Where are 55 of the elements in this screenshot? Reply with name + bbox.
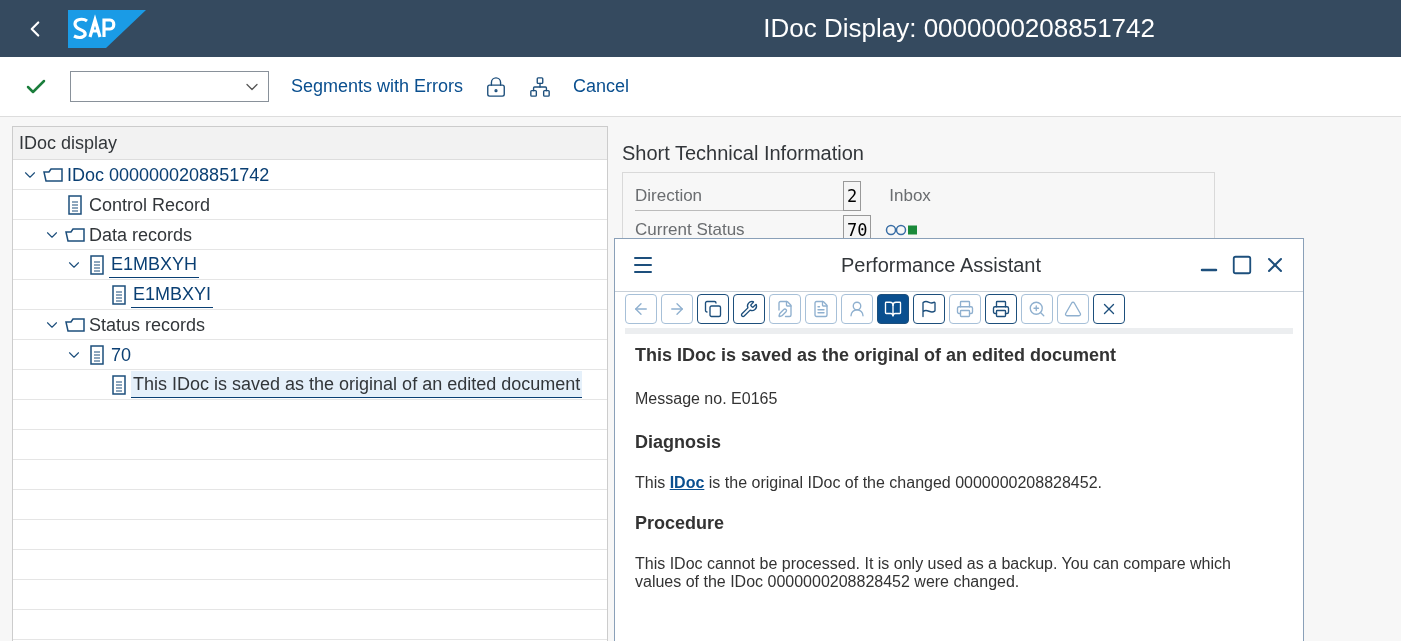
- field-value: 2: [843, 181, 862, 211]
- tree-item[interactable]: E1MBXYI: [131, 281, 214, 308]
- section-text: This IDoc cannot be processed. It is only used as a backup. You can compare which values of the IDoc 0000000208828452 were changed.: [635, 555, 1232, 591]
- section-heading: Diagnosis: [635, 431, 723, 454]
- flag-icon: [920, 300, 938, 318]
- idoc-link[interactable]: IDoc: [669, 474, 705, 491]
- toolbar-button[interactable]: Segments with Errors: [291, 73, 464, 100]
- section-title: Short Technical Information: [622, 141, 865, 166]
- document-icon: [111, 284, 127, 305]
- edit-icon: [776, 300, 794, 318]
- tree-item[interactable]: This IDoc is saved as the original of an edited document: [131, 371, 583, 398]
- toolbar-button[interactable]: Cancel: [573, 73, 630, 100]
- folder-icon: [64, 315, 86, 334]
- tree-item[interactable]: E1MBXYH: [109, 251, 200, 278]
- message-number: Message no. E0165: [635, 389, 779, 409]
- hierarchy-icon[interactable]: [529, 75, 552, 98]
- triangle-icon: [1064, 300, 1082, 318]
- tool-button[interactable]: [877, 294, 909, 324]
- tree-item[interactable]: Data records: [87, 221, 195, 248]
- panel-title: IDoc display: [19, 131, 118, 155]
- tree-item[interactable]: 70: [109, 341, 134, 368]
- document-icon: [67, 194, 83, 215]
- printer-icon: [992, 300, 1010, 318]
- folder-icon: [42, 165, 64, 184]
- book-icon: [884, 300, 902, 318]
- tree-item[interactable]: Control Record: [87, 191, 213, 218]
- maximize-icon[interactable]: [1231, 254, 1253, 276]
- tree-item[interactable]: Status records: [87, 311, 208, 338]
- tool-button[interactable]: [1093, 294, 1125, 324]
- tool-button[interactable]: [985, 294, 1017, 324]
- document-icon: [89, 254, 105, 275]
- message-heading: This IDoc is saved as the original of an edited document: [635, 344, 1118, 367]
- section-heading: Procedure: [635, 512, 726, 535]
- printer-icon: [956, 300, 974, 318]
- tool-button[interactable]: [697, 294, 729, 324]
- zoom-in-icon: [1028, 300, 1046, 318]
- copy-icon: [704, 300, 722, 318]
- section-text: This IDoc is the original IDoc of the changed 0000000208828452.: [635, 474, 1103, 492]
- wrench-icon: [740, 300, 758, 318]
- tool-button[interactable]: [913, 294, 945, 324]
- back-icon: [632, 300, 650, 318]
- document-icon: [89, 344, 105, 365]
- tool-button[interactable]: [733, 294, 765, 324]
- logo-icon: [68, 9, 146, 48]
- document-icon: [111, 374, 127, 395]
- status-light-icon: [885, 224, 920, 236]
- window-title: IDoc Display: 0000000208851742: [763, 12, 1155, 45]
- tree-item[interactable]: IDoc 0000000208851742: [65, 161, 272, 188]
- person-icon: [848, 300, 866, 318]
- dialog-title: Performance Assistant: [839, 253, 1043, 278]
- forward-icon: [668, 300, 686, 318]
- command-field[interactable]: [70, 71, 269, 102]
- field-description: Inbox: [889, 185, 931, 208]
- folder-icon: [64, 225, 86, 244]
- document-icon: [812, 300, 830, 318]
